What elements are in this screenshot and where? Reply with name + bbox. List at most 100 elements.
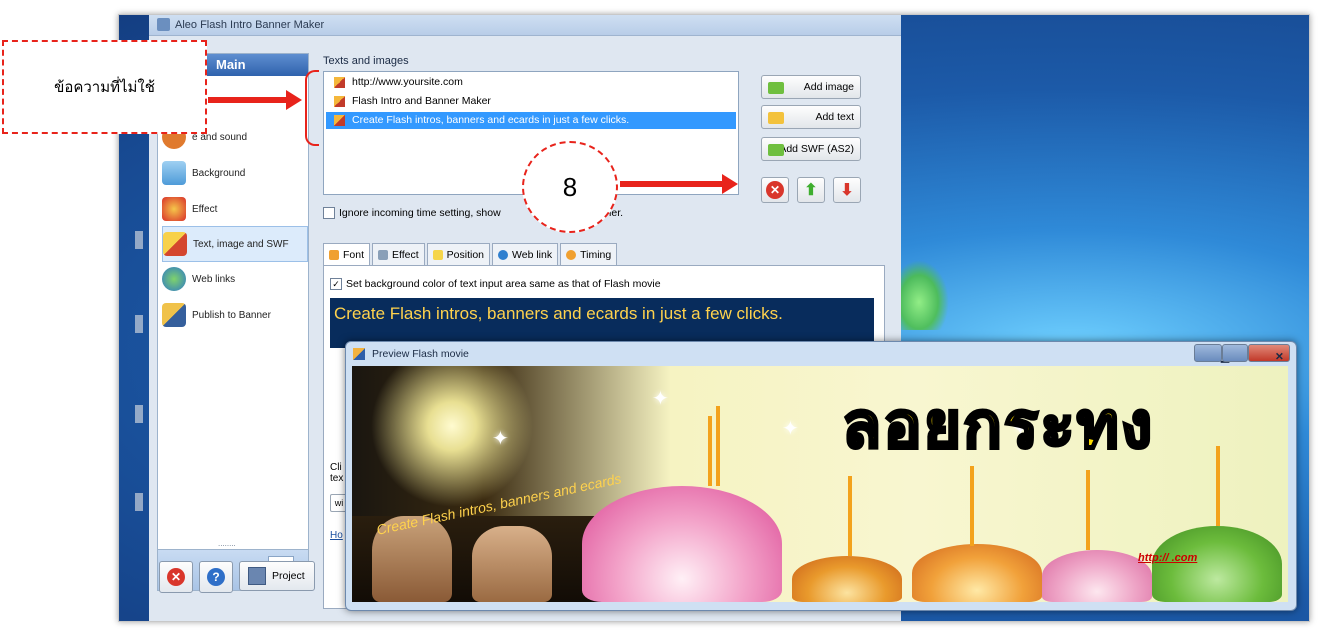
sidebar-grip[interactable]: ........ — [218, 539, 236, 548]
sidebar-item-label: Web links — [192, 273, 236, 285]
candle — [970, 466, 974, 546]
globe-icon — [162, 267, 186, 291]
help-button[interactable]: ? — [199, 561, 233, 593]
desktop-icon[interactable] — [135, 315, 143, 333]
add-text-button[interactable]: Add text — [761, 105, 861, 129]
tab-label: Timing — [580, 248, 612, 261]
candle — [716, 406, 720, 486]
preview-title: Preview Flash movie — [372, 348, 469, 360]
lotus-flower — [582, 486, 782, 602]
sparkle-icon: ✦ — [652, 388, 669, 410]
banner-title: ลอยกระทง — [840, 388, 1155, 465]
sparkle-icon: ✦ — [492, 428, 509, 450]
annotation-callout: ข้อความที่ไม่ใช้ — [2, 40, 207, 134]
tab-web-link[interactable]: Web link — [492, 243, 559, 265]
preview-window: Preview Flash movie ▁ ▢ ✕ — [345, 341, 1297, 611]
close-button[interactable]: ✕ — [1248, 344, 1290, 363]
candle — [1086, 470, 1090, 550]
desktop-icon[interactable] — [135, 493, 143, 511]
delete-icon: ✕ — [766, 181, 784, 199]
arrow-up-icon: ⬆ — [804, 182, 818, 199]
checkbox-box[interactable] — [323, 207, 335, 219]
sidebar-item-text-image-swf[interactable]: Text, image and SWF — [162, 226, 308, 262]
list-item-label: Create Flash intros, banners and ecards … — [352, 114, 630, 126]
candle — [708, 416, 712, 486]
sidebar-item-publish[interactable]: Publish to Banner — [162, 298, 306, 332]
close-icon: ✕ — [167, 568, 185, 586]
tab-font[interactable]: Font — [323, 243, 371, 266]
app-titlebar[interactable]: Aleo Flash Intro Banner Maker — [149, 15, 901, 36]
desktop-icon[interactable] — [135, 231, 143, 249]
publish-icon — [162, 303, 186, 327]
app-logo-icon — [157, 18, 170, 31]
tab-strip: Font Effect Position Web link Timing — [323, 243, 619, 266]
help-icon: ? — [207, 568, 225, 586]
krathong — [1042, 550, 1152, 602]
woman-figure — [472, 526, 552, 602]
project-label: Project — [272, 570, 305, 582]
close-icon: ✕ — [1275, 351, 1284, 363]
annotation-arrow — [620, 174, 738, 194]
app-title: Aleo Flash Intro Banner Maker — [175, 19, 325, 31]
add-swf-label: Add SWF (AS2) — [779, 143, 854, 155]
clock-icon — [566, 249, 577, 260]
list-item-label: Flash Intro and Banner Maker — [352, 95, 491, 107]
add-swf-button[interactable]: Add SWF (AS2) — [761, 137, 861, 161]
clipped-help-text: Cli tex — [330, 462, 343, 484]
font-icon — [329, 250, 339, 260]
banner-url-link[interactable]: http:// .com — [1138, 552, 1197, 564]
add-text-label: Add text — [815, 111, 854, 123]
tab-label: Position — [446, 248, 485, 261]
move-down-button[interactable]: ⬇ — [833, 177, 861, 203]
pen-icon — [334, 96, 345, 107]
globe-icon — [498, 249, 509, 260]
add-image-button[interactable]: Add image — [761, 75, 861, 99]
clipped-line: Cli — [330, 462, 342, 473]
exit-button[interactable]: ✕ — [159, 561, 193, 593]
clipped-line: tex — [330, 473, 344, 484]
sidebar-item-effect[interactable]: Effect — [162, 192, 306, 226]
candle — [1216, 446, 1220, 526]
annotation-arrow — [208, 90, 302, 110]
desktop-icon[interactable] — [135, 405, 143, 423]
bg-same-checkbox[interactable]: ✓ Set background color of text input are… — [330, 278, 661, 290]
tab-label: Font — [343, 249, 365, 261]
tab-effect[interactable]: Effect — [372, 243, 425, 265]
krathong — [912, 544, 1042, 602]
effect-icon — [378, 249, 389, 260]
delete-button[interactable]: ✕ — [761, 177, 789, 203]
bg-same-label: Set background color of text input area … — [346, 278, 661, 290]
position-icon — [432, 249, 443, 260]
save-icon — [248, 567, 266, 585]
sidebar-item-background[interactable]: Background — [162, 156, 306, 190]
list-item[interactable]: http://www.yoursite.com — [326, 74, 736, 91]
list-item-label: http://www.yoursite.com — [352, 76, 463, 88]
sidebar-item-label: Publish to Banner — [192, 309, 271, 321]
pen-icon — [334, 115, 345, 126]
preview-titlebar[interactable]: Preview Flash movie ▁ ▢ ✕ — [346, 342, 1294, 366]
flash-banner-preview: ✦ ✦ ✦ ✦ ลอยกระทง Create Flash intros, ba… — [352, 366, 1288, 602]
sidebar-item-web-links[interactable]: Web links — [162, 262, 306, 296]
tab-position[interactable]: Position — [426, 243, 491, 265]
effect-icon — [162, 197, 186, 221]
clipped-link[interactable]: Ho — [330, 530, 343, 541]
tab-timing[interactable]: Timing — [560, 243, 618, 265]
tab-label: Web link — [512, 248, 553, 261]
sidebar-item-label: Text, image and SWF — [193, 238, 289, 250]
list-item-selected[interactable]: Create Flash intros, banners and ecards … — [326, 112, 736, 129]
ignore-time-label: Ignore incoming time setting, show — [339, 207, 501, 219]
annotation-callout-text: ข้อความที่ไม่ใช้ — [54, 79, 155, 96]
maximize-button[interactable]: ▢ — [1222, 344, 1259, 363]
sidebar-item-label: Effect — [192, 203, 218, 215]
tab-label: Effect — [392, 248, 419, 261]
add-swf-icon — [768, 144, 784, 156]
list-item[interactable]: Flash Intro and Banner Maker — [326, 93, 736, 110]
add-text-icon — [768, 112, 784, 124]
checkbox-box[interactable]: ✓ — [330, 278, 342, 290]
pen-icon — [163, 232, 187, 256]
project-button[interactable]: Project — [239, 561, 315, 591]
minimize-button[interactable]: ▁ — [1194, 344, 1229, 363]
background-icon — [162, 161, 186, 185]
add-image-icon — [768, 82, 784, 94]
move-up-button[interactable]: ⬆ — [797, 177, 825, 203]
